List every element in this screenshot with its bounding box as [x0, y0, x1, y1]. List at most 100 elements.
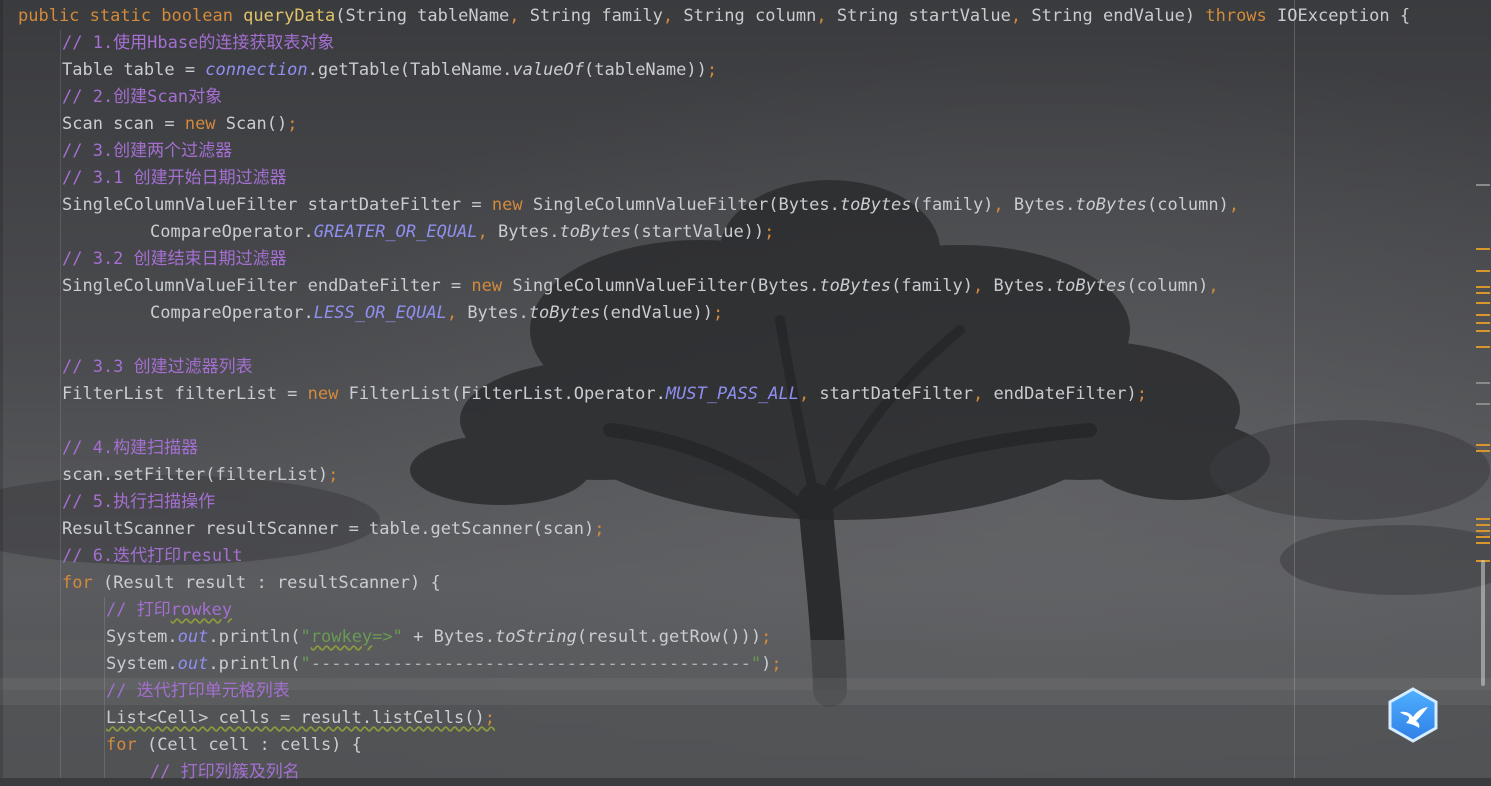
- code-token: Scan scan =: [62, 114, 185, 134]
- code-token: SingleColumnValueFilter(Bytes.: [522, 195, 840, 215]
- code-token: SingleColumnValueFilter endDateFilter =: [62, 276, 472, 296]
- code-token: .println(: [208, 627, 301, 647]
- code-token: ResultScanner resultScanner = table.getS…: [62, 519, 595, 539]
- code-token: toBytes: [559, 222, 632, 242]
- code-token: startDateFilter: [809, 384, 973, 404]
- code-token: ;: [287, 114, 298, 134]
- code-token: String column: [673, 6, 817, 26]
- code-token: Bytes.: [983, 276, 1055, 296]
- code-token: (tableName)): [584, 60, 707, 80]
- code-token: ;: [706, 60, 718, 80]
- code-token: // 3.3 创建过滤器列表: [62, 357, 253, 377]
- code-token: ,: [816, 6, 827, 26]
- code-token: for: [106, 735, 137, 755]
- code-token: ;: [761, 627, 772, 647]
- code-token: ,: [798, 384, 810, 404]
- code-token: Bytes.: [457, 303, 529, 323]
- code-token: .println(: [208, 654, 301, 674]
- code-token: ,: [972, 276, 984, 296]
- code-token: connection: [205, 60, 308, 80]
- code-token: LESS_OR_EQUAL: [313, 303, 447, 323]
- code-token: ;: [594, 519, 605, 539]
- code-token: ,: [1228, 195, 1240, 215]
- code-token: // 打印: [106, 600, 171, 620]
- code-token: SingleColumnValueFilter(Bytes.: [502, 276, 820, 296]
- code-token: ,: [477, 222, 488, 242]
- code-token: Scan(): [215, 114, 288, 134]
- code-token: ;: [764, 222, 775, 242]
- code-token: (Cell cell : cells) {: [136, 735, 362, 755]
- code-token: GREATER_OR_EQUAL: [313, 222, 478, 242]
- code-token: (family): [911, 195, 994, 215]
- code-token: ,: [509, 6, 520, 26]
- code-token: ): [761, 654, 772, 674]
- code-token: new: [184, 114, 216, 134]
- code-token: IOException {: [1266, 6, 1411, 26]
- code-token: new: [307, 384, 339, 404]
- indent-guide: [60, 30, 61, 778]
- code-token: (String tableName: [335, 6, 510, 26]
- code-token: ;: [771, 654, 782, 674]
- code-token: =>": [372, 627, 403, 647]
- code-token: List<Cell> cells = result.listCells(): [106, 708, 485, 728]
- code-token: ,: [446, 303, 458, 323]
- code-token: .getTable(TableName.: [307, 60, 513, 80]
- code-token: toBytes: [839, 195, 912, 215]
- code-token: new: [491, 195, 523, 215]
- code-token: ,: [662, 6, 674, 26]
- bird-assistant-icon[interactable]: [1386, 687, 1440, 743]
- code-token: for: [62, 573, 93, 593]
- code-token: scan.setFilter(filterList): [62, 465, 329, 485]
- code-token: (family): [891, 276, 973, 296]
- code-token: // 打印列簇及列名: [150, 762, 300, 782]
- code-token: endDateFilter): [983, 384, 1137, 404]
- code-token: ,: [972, 384, 984, 404]
- code-token: ;: [712, 303, 724, 323]
- code-token: // 1.使用Hbase的连接获取表对象: [62, 33, 335, 53]
- code-token: ,: [1010, 6, 1022, 26]
- code-token: + Bytes.: [402, 627, 496, 647]
- code-token: System.: [106, 654, 178, 674]
- code-token: throws: [1205, 6, 1267, 26]
- code-token: // 迭代打印单元格列表: [106, 681, 290, 701]
- code-token: // 5.执行扫描操作: [62, 492, 216, 512]
- code-token: Table table =: [62, 60, 206, 80]
- code-token: FilterList filterList =: [62, 384, 308, 404]
- code-token: // 4.构建扫描器: [62, 438, 199, 458]
- code-token: Bytes.: [487, 222, 560, 242]
- code-token: SingleColumnValueFilter startDateFilter …: [62, 195, 492, 215]
- indent-guide: [104, 597, 105, 778]
- code-token: // 6.迭代打印result: [62, 546, 243, 566]
- code-token: CompareOperator.: [150, 222, 314, 242]
- code-token: rowkey: [310, 627, 373, 647]
- code-token: ": [750, 654, 762, 674]
- code-token: ": [300, 627, 311, 647]
- code-token: FilterList(FilterList.Operator.: [338, 384, 666, 404]
- code-line-current[interactable]: // 迭代打印单元格列表: [0, 678, 1491, 705]
- code-token: ;: [1136, 384, 1147, 404]
- code-token: toString: [495, 627, 577, 647]
- code-token: out: [177, 654, 209, 674]
- code-token: toBytes: [528, 303, 601, 323]
- code-token: queryData: [243, 6, 336, 26]
- code-token: valueOf: [512, 60, 585, 80]
- code-token: ,: [1208, 276, 1219, 296]
- vertical-scrollbar[interactable]: [1481, 560, 1485, 686]
- code-token: String endValue): [1021, 6, 1206, 26]
- code-token: // 2.创建Scan对象: [62, 87, 223, 107]
- code-token: new: [471, 276, 503, 296]
- code-token: CompareOperator.: [150, 303, 314, 323]
- code-token: toBytes: [1054, 276, 1127, 296]
- code-token: String family: [519, 6, 663, 26]
- code-token: MUST_PASS_ALL: [665, 384, 799, 404]
- code-token: // 3.2 创建结束日期过滤器: [62, 249, 287, 269]
- code-token: public static boolean: [18, 6, 244, 26]
- code-token: (column): [1126, 276, 1209, 296]
- code-token: toBytes: [819, 276, 892, 296]
- code-token: String startValue: [826, 6, 1011, 26]
- code-token: toBytes: [1075, 195, 1147, 215]
- code-editor[interactable]: public static boolean queryData(String t…: [0, 0, 1491, 782]
- code-token: (endValue)): [600, 303, 713, 323]
- code-token: // 3.创建两个过滤器: [62, 141, 233, 161]
- code-token: rowkey: [170, 600, 233, 620]
